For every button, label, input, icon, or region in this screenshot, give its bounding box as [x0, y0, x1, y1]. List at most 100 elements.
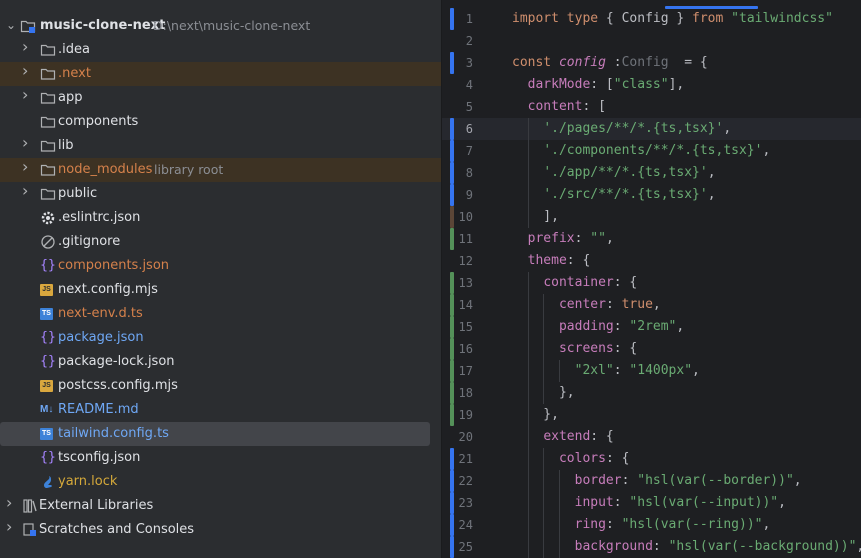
code-line[interactable]: 16 screens: {	[442, 338, 861, 360]
change-marker[interactable]	[450, 470, 454, 492]
code-text: content: [	[527, 99, 606, 114]
scratch-icon	[22, 522, 38, 538]
change-marker[interactable]	[450, 206, 454, 228]
code-line[interactable]: 20 extend: {	[442, 426, 861, 448]
code-line[interactable]: 17 "2xl": "1400px",	[442, 360, 861, 382]
change-marker[interactable]	[450, 536, 454, 558]
code-line[interactable]: 24 ring: "hsl(var(--ring))",	[442, 514, 861, 536]
code-editor[interactable]: 1 import type { Config } from "tailwindcs…	[442, 0, 861, 558]
code-line[interactable]: 6 './pages/**/*.{ts,tsx}',	[442, 118, 861, 140]
line-number: 8	[465, 166, 473, 180]
code-line[interactable]: 7 './components/**/*.{ts,tsx}',	[442, 140, 861, 162]
code-line[interactable]: 13 container: {	[442, 272, 861, 294]
code-line[interactable]: 11 prefix: "",	[442, 228, 861, 250]
markdown-file-icon: M↓	[40, 404, 54, 415]
tree-item-package-lock-json[interactable]: {} package-lock.json	[0, 350, 441, 374]
code-line[interactable]: 1 import type { Config } from "tailwindcs…	[442, 8, 861, 30]
tree-item-external-libraries[interactable]: › External Libraries	[0, 494, 441, 518]
tree-item-components-json[interactable]: {} components.json	[0, 254, 441, 278]
tree-item-next-config-mjs[interactable]: JS next.config.mjs	[0, 278, 441, 302]
change-marker[interactable]	[450, 514, 454, 536]
tree-item-eslintrc-json[interactable]: .eslintrc.json	[0, 206, 441, 230]
code-line[interactable]: 14 center: true,	[442, 294, 861, 316]
change-marker[interactable]	[450, 52, 454, 74]
change-marker[interactable]	[450, 228, 454, 250]
tree-item-next-env-d-ts[interactable]: TS next-env.d.ts	[0, 302, 441, 326]
line-number: 4	[465, 78, 473, 92]
tree-item-lib[interactable]: › lib	[0, 134, 441, 158]
code-text: const config :Config = {	[512, 55, 708, 70]
code-line[interactable]: 21 colors: {	[442, 448, 861, 470]
change-marker[interactable]	[450, 118, 454, 140]
code-text: theme: {	[527, 253, 591, 268]
code-line[interactable]: 8 './app/**/*.{ts,tsx}',	[442, 162, 861, 184]
tree-item-components[interactable]: components	[0, 110, 441, 134]
line-number: 3	[465, 56, 473, 70]
chevron-right-icon[interactable]: ›	[22, 87, 34, 103]
code-line[interactable]: 2	[442, 30, 861, 52]
chevron-right-icon[interactable]: ›	[6, 495, 18, 511]
tree-item-app[interactable]: › app	[0, 86, 441, 110]
json-file-icon: {}	[40, 330, 56, 345]
code-line[interactable]: 10 ],	[442, 206, 861, 228]
line-number: 9	[465, 188, 473, 202]
code-line[interactable]: 5 content: [	[442, 96, 861, 118]
change-marker[interactable]	[450, 382, 454, 404]
line-number: 18	[458, 386, 473, 400]
line-number: 1	[465, 12, 473, 26]
tree-item-tsconfig-json[interactable]: {} tsconfig.json	[0, 446, 441, 470]
change-marker[interactable]	[450, 316, 454, 338]
code-line[interactable]: 9 './src/**/*.{ts,tsx}',	[442, 184, 861, 206]
tree-item-readme-md[interactable]: M↓ README.md	[0, 398, 441, 422]
change-marker[interactable]	[450, 360, 454, 382]
chevron-right-icon[interactable]: ›	[22, 159, 34, 175]
code-line[interactable]: 25 background: "hsl(var(--background))",	[442, 536, 861, 558]
line-number: 16	[458, 342, 473, 356]
tree-item-node-modules[interactable]: › node_modules library root	[0, 158, 441, 182]
change-marker[interactable]	[450, 448, 454, 470]
code-text: container: {	[543, 275, 638, 290]
tree-item-idea[interactable]: › .idea	[0, 38, 441, 62]
tree-item-scratches-and-consoles[interactable]: › Scratches and Consoles	[0, 518, 441, 542]
tree-item-yarn-lock[interactable]: yarn.lock	[0, 470, 441, 494]
tree-item-gitignore[interactable]: .gitignore	[0, 230, 441, 254]
tree-item-tailwind-config-ts[interactable]: TS tailwind.config.ts	[0, 422, 430, 446]
chevron-right-icon[interactable]: ›	[22, 39, 34, 55]
change-marker[interactable]	[450, 272, 454, 294]
change-marker[interactable]	[450, 294, 454, 316]
tree-item-postcss-config-mjs[interactable]: JS postcss.config.mjs	[0, 374, 441, 398]
code-line[interactable]: 22 border: "hsl(var(--border))",	[442, 470, 861, 492]
tree-item-public[interactable]: › public	[0, 182, 441, 206]
code-line[interactable]: 3 const config :Config = {	[442, 52, 861, 74]
change-marker[interactable]	[450, 140, 454, 162]
ignore-file-icon	[40, 234, 56, 250]
code-line[interactable]: 4 darkMode: ["class"],	[442, 74, 861, 96]
chevron-down-icon[interactable]: ⌄	[6, 17, 18, 33]
change-marker[interactable]	[450, 184, 454, 206]
line-number: 19	[458, 408, 473, 422]
chevron-right-icon[interactable]: ›	[6, 519, 18, 535]
chevron-right-icon[interactable]: ›	[22, 183, 34, 199]
line-number: 15	[458, 320, 473, 334]
project-root[interactable]: ⌄ music-clone-next D:\next\music-clone-n…	[0, 14, 441, 38]
code-line[interactable]: 23 input: "hsl(var(--input))",	[442, 492, 861, 514]
change-marker[interactable]	[450, 8, 454, 30]
change-marker[interactable]	[450, 162, 454, 184]
code-text: border: "hsl(var(--border))",	[574, 473, 802, 488]
code-line[interactable]: 19 },	[442, 404, 861, 426]
chevron-right-icon[interactable]: ›	[22, 63, 34, 79]
change-marker[interactable]	[450, 404, 454, 426]
code-text: },	[512, 407, 559, 422]
code-line[interactable]: 12 theme: {	[442, 250, 861, 272]
tree-item-package-json[interactable]: {} package.json	[0, 326, 441, 350]
folder-icon	[40, 138, 56, 154]
change-marker[interactable]	[450, 338, 454, 360]
change-marker[interactable]	[450, 492, 454, 514]
tree-item-label: .idea	[58, 42, 90, 57]
folder-icon	[40, 186, 56, 202]
library-root-hint: library root	[154, 162, 224, 177]
tree-item-next[interactable]: › .next	[0, 62, 441, 86]
chevron-right-icon[interactable]: ›	[22, 135, 34, 151]
code-line[interactable]: 18 },	[442, 382, 861, 404]
code-line[interactable]: 15 padding: "2rem",	[442, 316, 861, 338]
